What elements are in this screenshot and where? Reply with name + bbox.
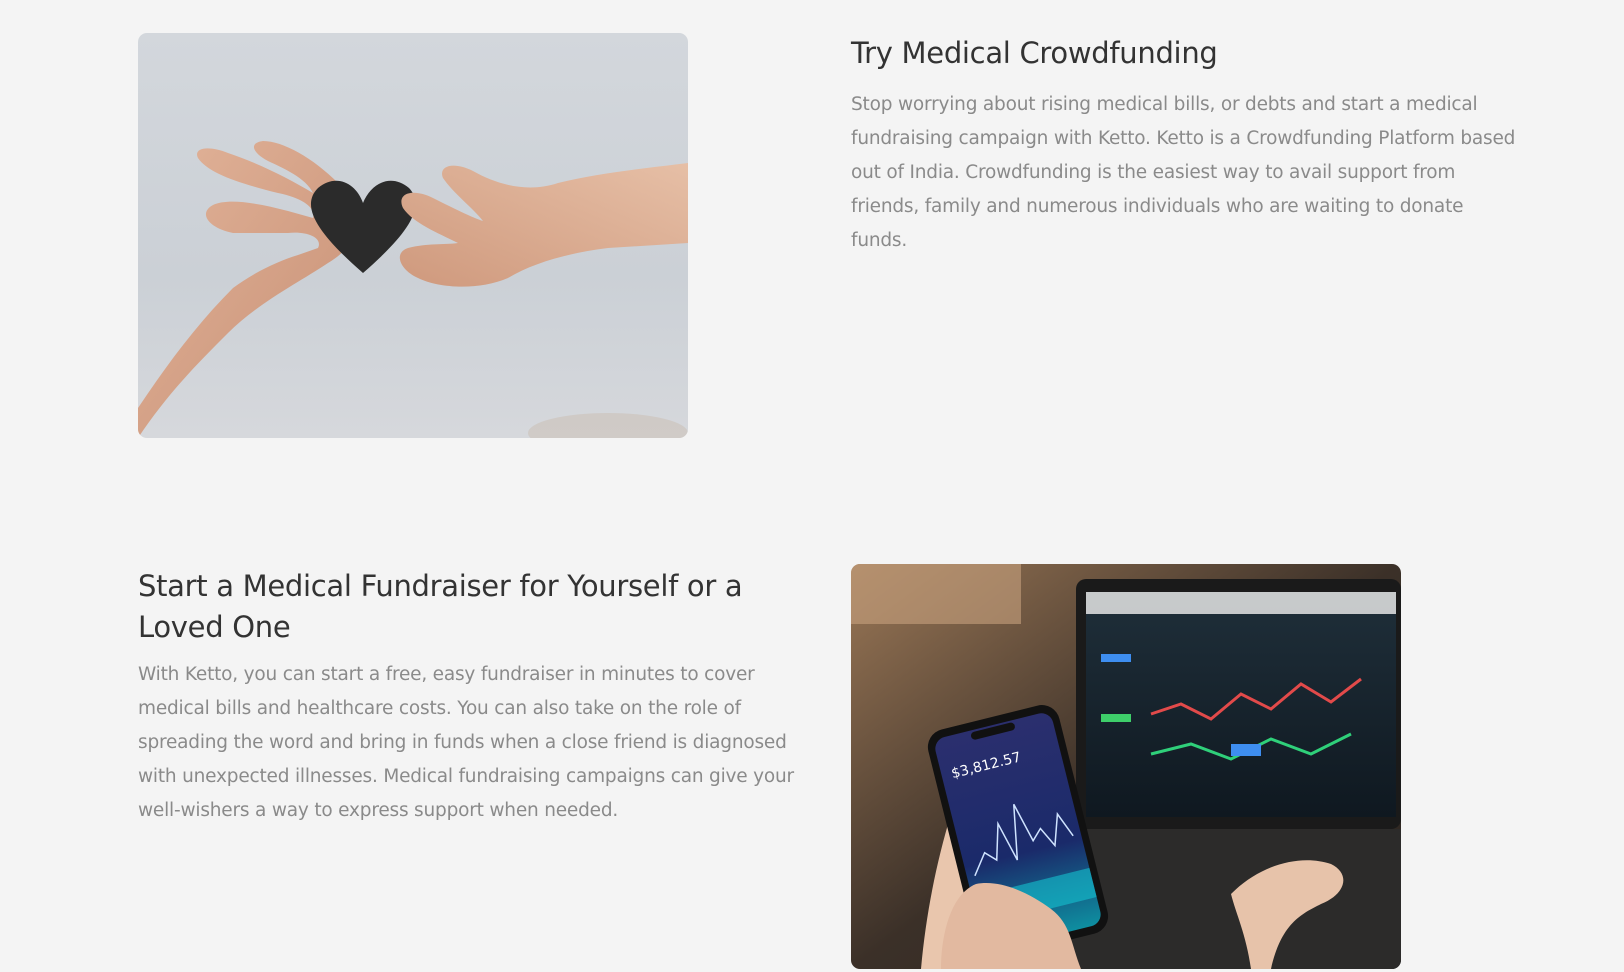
crowdfunding-intro: Try Medical Crowdfunding Stop worrying a… (851, 33, 1516, 258)
section-start-medical-fundraiser: Start a Medical Fundraiser for Yourself … (0, 470, 1624, 972)
section-heading: Try Medical Crowdfunding (851, 36, 1218, 70)
section-heading: Start a Medical Fundraiser for Yourself … (138, 569, 743, 644)
phone-and-laptop-image: $3,812.57 (851, 564, 1401, 969)
section-body: Stop worrying about rising medical bills… (851, 94, 1516, 251)
fundraiser-intro: Start a Medical Fundraiser for Yourself … (138, 566, 818, 828)
section-try-medical-crowdfunding: Try Medical Crowdfunding Stop worrying a… (0, 0, 1624, 470)
section-body: With Ketto, you can start a free, easy f… (138, 664, 794, 821)
hands-holding-heart-image (138, 33, 688, 438)
